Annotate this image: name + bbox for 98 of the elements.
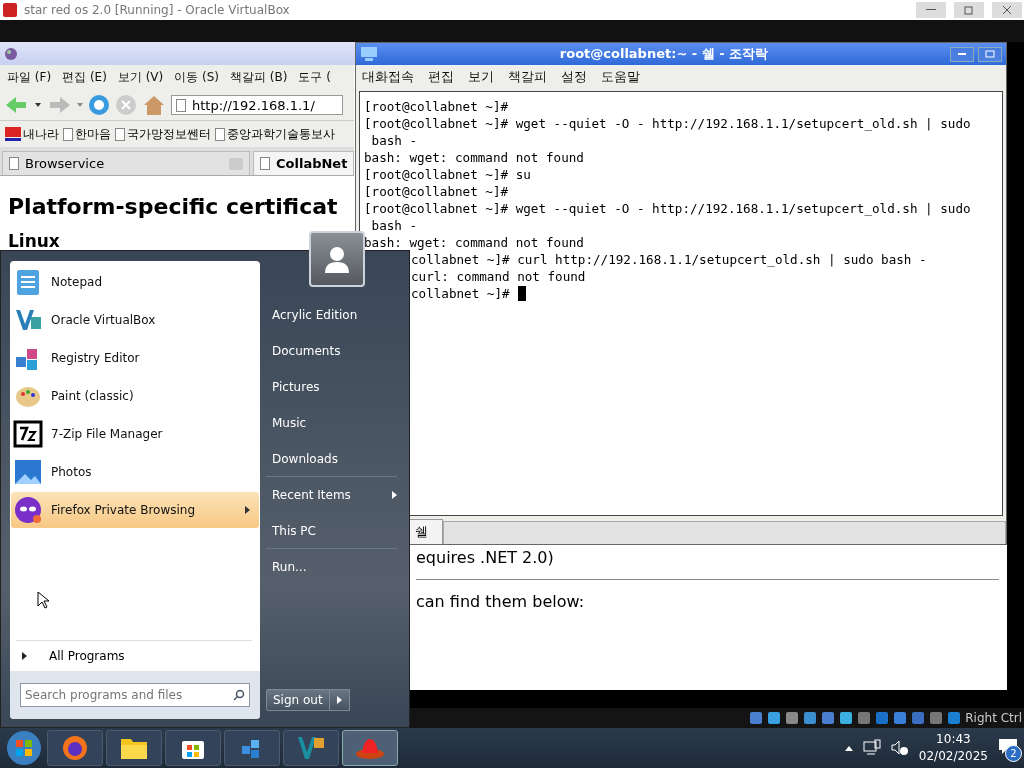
minimize-icon xyxy=(958,53,966,55)
start-menu-link[interactable]: Pictures xyxy=(266,369,397,405)
taskbar-button[interactable] xyxy=(165,730,221,766)
section-heading: Linux xyxy=(8,231,60,251)
program-item[interactable]: Registry Editor xyxy=(11,340,259,376)
sign-out-button[interactable]: Sign out xyxy=(266,689,330,711)
start-menu-link[interactable]: Recent Items xyxy=(266,477,397,513)
mouse-pointer-icon xyxy=(37,591,49,609)
program-item[interactable]: Notepad xyxy=(11,264,259,300)
caret-icon xyxy=(35,103,41,107)
bookmark[interactable]: 국가망정보쎈터 xyxy=(115,125,211,143)
menu-item[interactable]: 도움말 xyxy=(601,68,640,86)
page-text: equires .NET 2.0) xyxy=(416,548,554,567)
terminal-line: collabnet ~]# xyxy=(411,285,510,302)
speaker-muted-icon xyxy=(890,739,909,757)
page-heading: Platform-specific certificat xyxy=(8,194,338,219)
terminal-line: [root@collabnet ~]# xyxy=(364,183,509,200)
menu-item[interactable]: 도구 ( xyxy=(298,69,331,86)
terminal-line: curl: command not found xyxy=(411,268,586,285)
terminal-line: collabnet ~]# curl http://192.168.1.1/setupcert_old.sh | sudo bash - xyxy=(411,251,927,268)
menu-item[interactable]: 보기 xyxy=(468,68,494,86)
menu-item[interactable]: 파일 (F) xyxy=(7,69,52,86)
arrow-right-icon xyxy=(244,506,250,514)
program-item[interactable]: 7-Zip File Manager xyxy=(11,416,259,452)
arrow-right-icon xyxy=(392,490,397,499)
stop-icon xyxy=(115,94,137,116)
program-item[interactable]: Paint (classic) xyxy=(11,378,259,414)
menu-item[interactable]: 대화접속 xyxy=(362,68,414,86)
caret-up-icon xyxy=(844,745,853,751)
menu-item[interactable]: 보기 (V) xyxy=(117,69,164,86)
restore-icon xyxy=(964,5,974,15)
browser-tab[interactable]: CollabNet xyxy=(253,151,354,175)
minimize-button[interactable] xyxy=(950,46,974,62)
virtualbox-icon xyxy=(296,734,326,762)
terminal-line: bash - xyxy=(370,217,418,234)
start-menu-link[interactable]: Documents xyxy=(266,333,397,369)
maximize-icon xyxy=(985,50,995,58)
menu-item[interactable]: 책갈피 (B) xyxy=(230,69,288,86)
notification-count: 2 xyxy=(1005,745,1022,762)
menu-item[interactable]: 설정 xyxy=(561,68,587,86)
terminal-line: [root@collabnet ~]# su xyxy=(364,166,531,183)
caret-icon xyxy=(77,103,83,107)
globe-icon xyxy=(4,46,18,61)
power-options-button[interactable] xyxy=(329,689,350,711)
minimize-icon xyxy=(926,9,936,11)
page-icon xyxy=(115,127,125,141)
start-menu-link[interactable]: Downloads xyxy=(266,441,397,477)
taskbar-button[interactable] xyxy=(106,730,162,766)
archive-icon xyxy=(13,419,43,449)
app-icon xyxy=(2,2,18,18)
search-icon xyxy=(233,689,245,701)
reload-icon xyxy=(88,94,110,116)
page-icon xyxy=(9,157,19,170)
taskbar-button[interactable] xyxy=(224,730,280,766)
bookmark[interactable]: 중앙과학기술통보사 xyxy=(215,125,335,143)
terminal-line: [root@collabnet ~]# wget --quiet -O - http://192.168.1.1/setupcert_old.sh | sudo xyxy=(364,115,971,132)
terminal-line: [root@collabnet ~]# wget --quiet -O - http://192.168.1.1/setupcert_old.sh | sudo xyxy=(364,200,971,217)
flag-icon xyxy=(5,127,21,141)
page-icon xyxy=(176,98,186,112)
page-text: can find them below: xyxy=(416,592,585,611)
clock-time: 10:43 xyxy=(936,731,971,748)
terminal-line: bash - xyxy=(370,132,418,149)
start-menu-link[interactable]: Music xyxy=(266,405,397,441)
address-field[interactable]: http://192.168.1.1/ xyxy=(171,95,343,115)
photo-icon xyxy=(13,457,43,487)
firefox-icon xyxy=(61,734,89,762)
terminal-line: bash: wget: command not found xyxy=(364,234,584,251)
page-icon xyxy=(63,127,73,141)
bookmark[interactable]: 한마음 xyxy=(63,125,111,143)
start-button-icon[interactable] xyxy=(4,729,44,767)
menu-item[interactable]: 이동 (S) xyxy=(174,69,220,86)
close-icon xyxy=(1002,5,1012,15)
arrow-right-icon xyxy=(22,652,27,660)
window-title: root@collabnet:~ - 쉘 - 조작락 xyxy=(558,45,770,63)
browser-tab[interactable]: Browservice xyxy=(2,151,250,175)
host-key-label: Right Ctrl xyxy=(965,711,1022,725)
search-field[interactable]: Search programs and files xyxy=(20,683,250,707)
page-icon xyxy=(260,157,270,170)
arrow-right-icon xyxy=(336,696,342,704)
page-icon xyxy=(215,127,225,141)
mask-icon xyxy=(13,495,43,525)
program-item[interactable]: Firefox Private Browsing xyxy=(11,492,259,528)
start-menu-link[interactable]: Run... xyxy=(266,549,397,585)
taskbar-button[interactable] xyxy=(283,730,339,766)
program-item[interactable]: Oracle VirtualBox xyxy=(11,302,259,338)
terminal-line: [root@collabnet ~]# xyxy=(364,98,509,115)
menu-item[interactable]: 책갈피 xyxy=(508,68,547,86)
window-title: star red os 2.0 [Running] - Oracle VirtualBox xyxy=(24,3,291,17)
menu-item[interactable]: 편집 xyxy=(428,68,454,86)
bookmark[interactable]: 내나라 xyxy=(5,125,59,143)
home-icon xyxy=(142,94,166,116)
terminal-line: bash: wget: command not found xyxy=(364,149,584,166)
menu-item[interactable]: 편집 (E) xyxy=(62,69,107,86)
program-item[interactable]: Photos xyxy=(11,454,259,490)
clock-date: 02/02/2025 xyxy=(918,748,988,765)
close-button[interactable] xyxy=(992,2,1022,18)
start-menu-link[interactable]: This PC xyxy=(266,513,397,549)
start-menu-link[interactable]: Acrylic Edition xyxy=(266,297,397,333)
